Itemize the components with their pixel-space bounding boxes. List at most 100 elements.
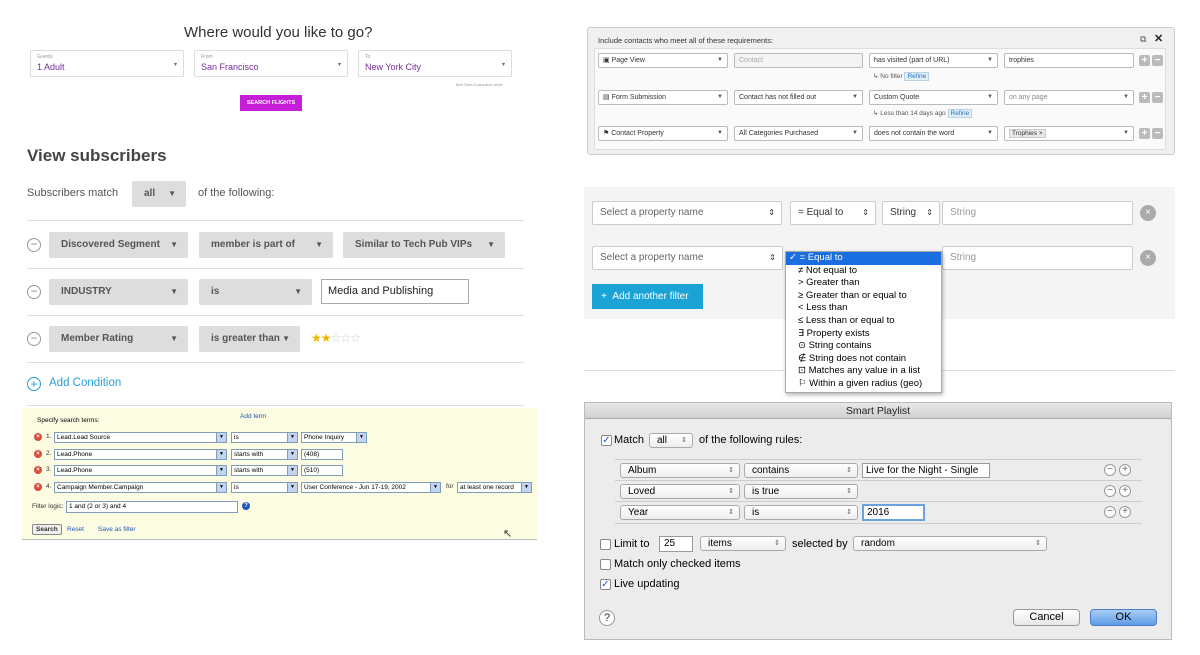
remove-filter-icon[interactable]: × [1140, 250, 1156, 266]
copy-icon[interactable]: ⧉ [1140, 34, 1146, 45]
refine-link[interactable]: Refine [947, 109, 973, 118]
campaign-select[interactable]: User Conference - Jun 17-19, 2002 ▼ [301, 482, 441, 493]
add-rule-icon[interactable]: + [1119, 485, 1131, 497]
value-input[interactable]: String [942, 246, 1133, 270]
star-empty-icon[interactable]: ☆ [340, 331, 351, 345]
dropdown-item[interactable]: < Less than [786, 302, 941, 315]
remove-condition-icon[interactable]: − [27, 332, 41, 346]
filter-type-select[interactable]: ⚑ Contact Property ▼ [598, 126, 728, 141]
condition-field-select[interactable]: INDUSTRY ▼ [49, 279, 188, 305]
type-select[interactable]: String ⇕ [882, 201, 940, 225]
dropdown-item[interactable]: > Greater than [786, 277, 941, 290]
property-name-select[interactable]: Select a property name ⇕ [592, 201, 782, 225]
value-input[interactable]: trophies [1004, 53, 1134, 68]
rule-field-select[interactable]: Album ⇕ [620, 463, 740, 478]
selected-by-select[interactable]: random ⇕ [853, 536, 1047, 551]
contact-input[interactable]: Contact [734, 53, 863, 68]
operator-select[interactable]: = Equal to ⇕ [790, 201, 876, 225]
rating-stars[interactable]: ★★☆☆☆ [311, 331, 361, 345]
value-select[interactable]: Phone Inquiry ▼ [301, 432, 367, 443]
filter-logic-input[interactable]: 1 and (2 or 3) and 4 [66, 501, 238, 513]
star-empty-icon[interactable]: ☆ [331, 331, 342, 345]
value-input[interactable]: (408) [301, 449, 343, 460]
remove-rule-icon[interactable]: − [1104, 506, 1116, 518]
dropdown-item[interactable]: ≥ Greater than or equal to [786, 290, 941, 303]
add-filter-button[interactable]: + Add another filter [592, 284, 703, 309]
year-value-input[interactable]: 2016 [862, 504, 925, 521]
star-empty-icon[interactable]: ☆ [350, 331, 361, 345]
dropdown-item[interactable]: ⊙ String contains [786, 340, 941, 353]
from-select[interactable]: From San Francisco ▾ [194, 50, 348, 77]
value-input[interactable]: String [942, 201, 1133, 225]
record-count-select[interactable]: at least one record ▼ [457, 482, 532, 493]
remove-icon[interactable]: − [1152, 92, 1163, 103]
condition-operator-select[interactable]: is greater than ▼ [199, 326, 300, 352]
star-filled-icon[interactable]: ★ [311, 331, 322, 345]
field-select[interactable]: Lead.Phone ▼ [54, 465, 227, 476]
condition-operator-select[interactable]: is ▼ [199, 279, 312, 305]
match-select[interactable]: all ▼ [132, 181, 186, 207]
property-select[interactable]: Contact has not filled out ▼ [734, 90, 863, 105]
property-name-select[interactable]: Select a property name ⇕ [592, 246, 783, 270]
delete-icon[interactable]: × [34, 466, 42, 474]
remove-icon[interactable]: − [1152, 128, 1163, 139]
limit-unit-select[interactable]: items ⇕ [700, 536, 786, 551]
form-select[interactable]: Custom Quote ▼ [869, 90, 998, 105]
tag-chip[interactable]: Trophies × [1009, 129, 1046, 138]
add-condition-link[interactable]: Add Condition [49, 377, 121, 389]
condition-field-select[interactable]: Discovered Segment ▼ [49, 232, 188, 258]
operator-select[interactable]: does not contain the word ▼ [869, 126, 998, 141]
property-select[interactable]: All Categories Purchased ▼ [734, 126, 863, 141]
remove-rule-icon[interactable]: − [1104, 464, 1116, 476]
remove-condition-icon[interactable]: − [27, 285, 41, 299]
match-checked-checkbox[interactable] [600, 559, 611, 570]
remove-rule-icon[interactable]: − [1104, 485, 1116, 497]
close-icon[interactable]: ✕ [1154, 32, 1163, 45]
refine-link[interactable]: Refine [904, 72, 930, 81]
limit-input[interactable]: 25 [659, 536, 693, 552]
rule-value-input[interactable]: Live for the Night - Single [862, 463, 990, 478]
operator-select[interactable]: starts with ▼ [231, 449, 298, 460]
add-rule-icon[interactable]: + [1119, 506, 1131, 518]
dropdown-item[interactable]: ✓ = Equal to [786, 252, 941, 265]
filter-type-select[interactable]: ▤ Form Submission ▼ [598, 90, 728, 105]
filter-type-select[interactable]: ▣ Page View ▼ [598, 53, 728, 68]
value-input[interactable]: (510) [301, 465, 343, 476]
condition-value-select[interactable]: Similar to Tech Pub VIPs ▼ [343, 232, 505, 258]
condition-operator-select[interactable]: member is part of ▼ [199, 232, 333, 258]
operator-select[interactable]: starts with ▼ [231, 465, 298, 476]
search-button[interactable]: Search [32, 524, 62, 535]
dropdown-item[interactable]: ≠ Not equal to [786, 265, 941, 278]
dropdown-item[interactable]: ≤ Less than or equal to [786, 315, 941, 328]
condition-field-select[interactable]: Member Rating ▼ [49, 326, 188, 352]
help-icon[interactable]: ? [242, 502, 250, 510]
dropdown-item[interactable]: ⚐ Within a given radius (geo) [786, 378, 941, 391]
live-updating-checkbox[interactable]: ✓ [600, 579, 611, 590]
industry-value-input[interactable]: Media and Publishing [321, 279, 469, 304]
help-icon[interactable]: ? [599, 610, 615, 626]
page-select[interactable]: on any page ▼ [1004, 90, 1134, 105]
add-condition-icon[interactable]: + [27, 377, 41, 391]
rule-field-select[interactable]: Year ⇕ [620, 505, 740, 520]
operator-select[interactable]: is ▼ [231, 432, 298, 443]
add-icon[interactable]: + [1139, 55, 1150, 66]
remove-icon[interactable]: − [1152, 55, 1163, 66]
operator-select[interactable]: is ▼ [231, 482, 298, 493]
search-flights-button[interactable]: SEARCH FLIGHTS [240, 95, 302, 111]
field-select[interactable]: Lead.Phone ▼ [54, 449, 227, 460]
add-icon[interactable]: + [1139, 92, 1150, 103]
operator-select[interactable]: has visited (part of URL) ▼ [869, 53, 998, 68]
remove-filter-icon[interactable]: × [1140, 205, 1156, 221]
delete-icon[interactable]: × [34, 483, 42, 491]
remove-condition-icon[interactable]: − [27, 238, 41, 252]
to-select[interactable]: To New York City ▾ [358, 50, 512, 77]
add-rule-icon[interactable]: + [1119, 464, 1131, 476]
save-filter-link[interactable]: Save as filter [98, 526, 136, 533]
field-select[interactable]: Campaign Member.Campaign ▼ [54, 482, 227, 493]
rule-operator-select[interactable]: contains ⇕ [744, 463, 858, 478]
rule-operator-select[interactable]: is ⇕ [744, 505, 858, 520]
match-checkbox[interactable]: ✓ [601, 435, 612, 446]
dropdown-item[interactable]: ∃ Property exists [786, 328, 941, 341]
cancel-button[interactable]: Cancel [1013, 609, 1080, 626]
limit-checkbox[interactable] [600, 539, 611, 550]
